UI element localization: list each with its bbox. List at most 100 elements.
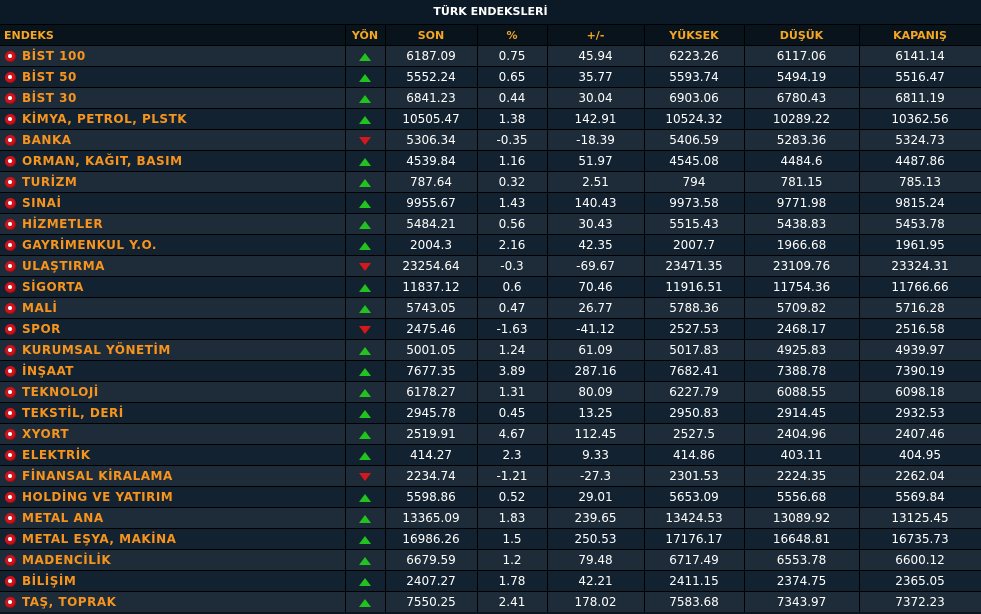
cell-name[interactable]: ULAŞTIRMA xyxy=(0,255,346,277)
cell-name[interactable]: MALİ xyxy=(0,297,346,319)
index-name[interactable]: HOLDİNG VE YATIRIM xyxy=(22,490,173,504)
cell-name[interactable]: GAYRİMENKUL Y.O. xyxy=(0,234,346,256)
index-name[interactable]: İNŞAAT xyxy=(22,364,74,378)
index-name[interactable]: FİNANSAL KİRALAMA xyxy=(22,469,173,483)
index-name[interactable]: TURİZM xyxy=(22,175,77,189)
table-row[interactable]: HİZMETLER 5484.21 0.56 30.43 5515.43 5438.83 5… xyxy=(0,213,981,235)
table-row[interactable]: TURİZM 787.64 0.32 2.51 794 781.15 785.13 xyxy=(0,171,981,193)
index-name[interactable]: METAL ANA xyxy=(22,511,104,525)
col-header-low[interactable]: DÜŞÜK xyxy=(744,25,860,46)
index-name[interactable]: ORMAN, KAĞIT, BASIM xyxy=(22,154,183,168)
table-row[interactable]: TEKSTİL, DERİ 2945.78 0.45 13.25 2950.83 2914… xyxy=(0,402,981,424)
index-name[interactable]: SPOR xyxy=(22,322,61,336)
cell-name[interactable]: BİST 30 xyxy=(0,87,346,109)
col-header-close[interactable]: KAPANIŞ xyxy=(859,25,981,46)
cell-name[interactable]: KURUMSAL YÖNETİM xyxy=(0,339,346,361)
index-name[interactable]: BİST 30 xyxy=(22,91,77,105)
col-header-high[interactable]: YÜKSEK xyxy=(644,25,745,46)
index-name[interactable]: SINAİ xyxy=(22,196,61,210)
table-row[interactable]: KURUMSAL YÖNETİM 5001.05 1.24 61.09 5017.83 4… xyxy=(0,339,981,361)
table-row[interactable]: SİGORTA 11837.12 0.6 70.46 11916.51 11754.36 1… xyxy=(0,276,981,298)
table-row[interactable]: BİLİŞİM 2407.27 1.78 42.21 2411.15 2374.75 236… xyxy=(0,570,981,592)
cell-name[interactable]: BİLİŞİM xyxy=(0,570,346,592)
index-name[interactable]: SİGORTA xyxy=(22,280,84,294)
cell-name[interactable]: TURİZM xyxy=(0,171,346,193)
cell-last: 6187.09 xyxy=(385,45,478,67)
cell-name[interactable]: BANKA xyxy=(0,129,346,151)
index-name[interactable]: BİST 100 xyxy=(22,49,86,63)
table-row[interactable]: BANKA 5306.34 -0.35 -18.39 5406.59 5283.36 532… xyxy=(0,129,981,151)
table-row[interactable]: TEKNOLOJİ 6178.27 1.31 80.09 6227.79 6088.55 6… xyxy=(0,381,981,403)
index-name[interactable]: HİZMETLER xyxy=(22,217,103,231)
index-name[interactable]: BİLİŞİM xyxy=(22,574,76,588)
cell-name[interactable]: KİMYA, PETROL, PLSTK xyxy=(0,108,346,130)
table-row[interactable]: İNŞAAT 7677.35 3.89 287.16 7682.41 7388.78 739… xyxy=(0,360,981,382)
table-row[interactable]: METAL EŞYA, MAKİNA 16986.26 1.5 250.53 17176… xyxy=(0,528,981,550)
col-header-last[interactable]: SON xyxy=(385,25,478,46)
cell-low: 2404.96 xyxy=(744,423,860,445)
table-row[interactable]: METAL ANA 13365.09 1.83 239.65 13424.53 13089… xyxy=(0,507,981,529)
cell-pct: 2.16 xyxy=(477,234,548,256)
index-name[interactable]: XYORT xyxy=(22,427,69,441)
cell-name[interactable]: TEKSTİL, DERİ xyxy=(0,402,346,424)
cell-name[interactable]: HOLDİNG VE YATIRIM xyxy=(0,486,346,508)
index-name[interactable]: BANKA xyxy=(22,133,72,147)
index-name[interactable]: GAYRİMENKUL Y.O. xyxy=(22,238,157,252)
table-row[interactable]: TAŞ, TOPRAK 7550.25 2.41 178.02 7583.68 7343.… xyxy=(0,591,981,612)
col-header-change[interactable]: +/- xyxy=(547,25,645,46)
table-row[interactable]: ELEKTRİK 414.27 2.3 9.33 414.86 403.11 404.95 xyxy=(0,444,981,466)
table-row[interactable]: SPOR 2475.46 -1.63 -41.12 2527.53 2468.17 2516… xyxy=(0,318,981,340)
table-row[interactable]: KİMYA, PETROL, PLSTK 10505.47 1.38 142.91 10… xyxy=(0,108,981,130)
cell-name[interactable]: XYORT xyxy=(0,423,346,445)
table-row[interactable]: SINAİ 9955.67 1.43 140.43 9973.58 9771.98 9815… xyxy=(0,192,981,214)
cell-name[interactable]: BİST 50 xyxy=(0,66,346,88)
cell-pct: 0.47 xyxy=(477,297,548,319)
cell-name[interactable]: TEKNOLOJİ xyxy=(0,381,346,403)
index-name[interactable]: ULAŞTIRMA xyxy=(22,259,105,273)
table-row[interactable]: GAYRİMENKUL Y.O. 2004.3 2.16 42.35 2007.7 196… xyxy=(0,234,981,256)
turkey-flag-icon xyxy=(5,533,16,545)
table-row[interactable]: MADENCİLİK 6679.59 1.2 79.48 6717.49 6553.78 6… xyxy=(0,549,981,571)
cell-name[interactable]: BİST 100 xyxy=(0,45,346,67)
cell-name[interactable]: ORMAN, KAĞIT, BASIM xyxy=(0,150,346,172)
col-header-pct[interactable]: % xyxy=(477,25,548,46)
cell-name[interactable]: MADENCİLİK xyxy=(0,549,346,571)
cell-name[interactable]: HİZMETLER xyxy=(0,213,346,235)
col-header-name[interactable]: ENDEKS xyxy=(0,25,346,46)
index-name[interactable]: METAL EŞYA, MAKİNA xyxy=(22,532,176,546)
cell-direction xyxy=(345,591,386,612)
index-name[interactable]: MALİ xyxy=(22,301,57,315)
index-name[interactable]: BİST 50 xyxy=(22,70,77,84)
cell-name[interactable]: METAL ANA xyxy=(0,507,346,529)
table-row[interactable]: ORMAN, KAĞIT, BASIM 4539.84 1.16 51.97 4545.… xyxy=(0,150,981,172)
cell-direction xyxy=(345,129,386,151)
table-row[interactable]: BİST 100 6187.09 0.75 45.94 6223.26 6117.06 61… xyxy=(0,45,981,67)
table-row[interactable]: MALİ 5743.05 0.47 26.77 5788.36 5709.82 5716.2… xyxy=(0,297,981,319)
cell-direction xyxy=(345,276,386,298)
table-row[interactable]: FİNANSAL KİRALAMA 2234.74 -1.21 -27.3 2301.5… xyxy=(0,465,981,487)
table-row[interactable]: XYORT 2519.91 4.67 112.45 2527.5 2404.96 2407.… xyxy=(0,423,981,445)
cell-name[interactable]: FİNANSAL KİRALAMA xyxy=(0,465,346,487)
cell-name[interactable]: TAŞ, TOPRAK xyxy=(0,591,346,612)
index-name[interactable]: KİMYA, PETROL, PLSTK xyxy=(22,112,187,126)
index-name[interactable]: TAŞ, TOPRAK xyxy=(22,595,116,609)
table-row[interactable]: HOLDİNG VE YATIRIM 5598.86 0.52 29.01 5653.0… xyxy=(0,486,981,508)
cell-name[interactable]: SINAİ xyxy=(0,192,346,214)
cell-change: -69.67 xyxy=(547,255,645,277)
turkey-flag-icon xyxy=(5,386,16,398)
cell-name[interactable]: İNŞAAT xyxy=(0,360,346,382)
index-name[interactable]: TEKNOLOJİ xyxy=(22,385,99,399)
cell-name[interactable]: SPOR xyxy=(0,318,346,340)
cell-name[interactable]: SİGORTA xyxy=(0,276,346,298)
cell-name[interactable]: ELEKTRİK xyxy=(0,444,346,466)
index-name[interactable]: KURUMSAL YÖNETİM xyxy=(22,343,171,357)
index-name[interactable]: ELEKTRİK xyxy=(22,448,91,462)
index-name[interactable]: MADENCİLİK xyxy=(22,553,111,567)
cell-name[interactable]: METAL EŞYA, MAKİNA xyxy=(0,528,346,550)
table-row[interactable]: ULAŞTIRMA 23254.64 -0.3 -69.67 23471.35 23109… xyxy=(0,255,981,277)
table-row[interactable]: BİST 50 5552.24 0.65 35.77 5593.74 5494.19 551… xyxy=(0,66,981,88)
index-name[interactable]: TEKSTİL, DERİ xyxy=(22,406,124,420)
col-header-direction[interactable]: YÖN xyxy=(345,25,386,46)
cell-high: 5017.83 xyxy=(644,339,745,361)
table-row[interactable]: BİST 30 6841.23 0.44 30.04 6903.06 6780.43 681… xyxy=(0,87,981,109)
